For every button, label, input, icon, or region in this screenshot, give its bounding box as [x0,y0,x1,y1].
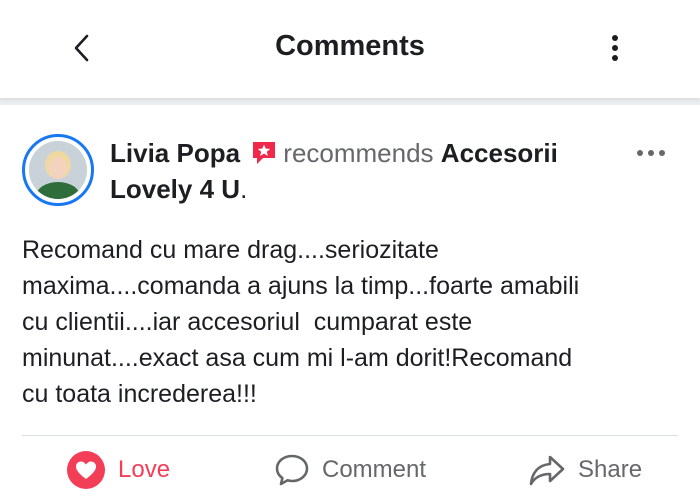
comment-bubble-icon [274,452,310,488]
page-title: Comments [275,30,425,62]
share-button[interactable]: Share [528,440,642,500]
top-bar: Comments [0,0,700,98]
comment-label: Comment [322,456,427,483]
post-card: Livia Popa recommends Accesorii Lovely 4… [0,105,700,502]
post-text: Recomand cu mare drag....seriozitate max… [22,236,580,408]
more-horizontal-icon [637,150,665,156]
options-menu-button[interactable] [600,28,630,68]
post-actions: Love Comment Share [0,440,700,502]
author-name[interactable]: Livia Popa [110,138,240,168]
comment-button[interactable]: Comment [274,440,426,500]
avatar[interactable] [22,134,94,206]
page-name-suffix: . [240,174,248,204]
recommends-text: recommends [283,138,434,168]
more-vertical-icon [612,35,618,61]
star-badge-icon [253,142,276,164]
love-button[interactable]: Love [66,440,170,500]
post-header: Livia Popa recommends Accesorii Lovely 4… [110,135,610,207]
heart-icon [66,450,106,490]
love-label: Love [118,456,171,483]
divider [22,435,678,436]
share-label: Share [578,456,643,483]
post-options-button[interactable] [634,143,668,163]
share-arrow-icon [528,453,566,487]
